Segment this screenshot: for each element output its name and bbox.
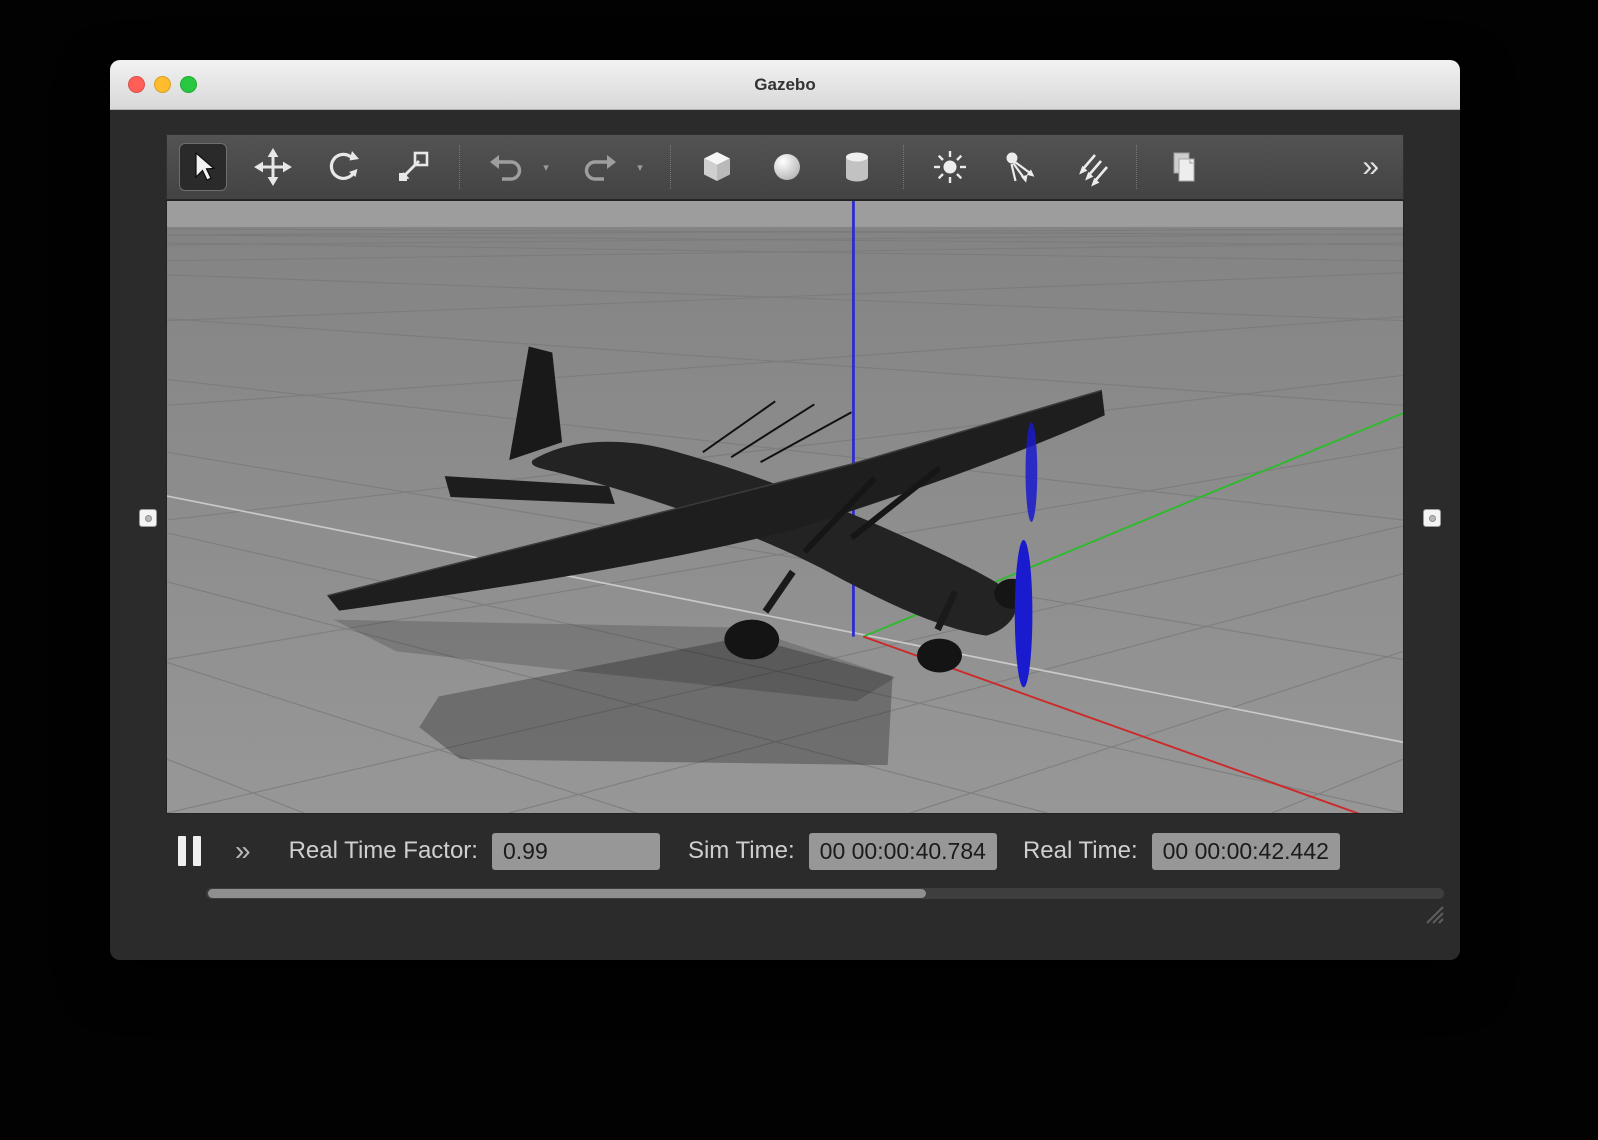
redo-button[interactable] bbox=[576, 143, 624, 191]
traffic-lights bbox=[128, 60, 197, 109]
toolbar-overflow-chevron[interactable]: » bbox=[1362, 152, 1377, 182]
statusbar: » Real Time Factor: 0.99 Sim Time: 00 00… bbox=[110, 814, 1460, 888]
insert-cylinder-button[interactable] bbox=[833, 143, 881, 191]
toolbar-separator bbox=[903, 145, 904, 189]
point-light-button[interactable] bbox=[926, 143, 974, 191]
left-panel-splitter-handle[interactable] bbox=[139, 509, 157, 527]
sim-time-field[interactable]: 00 00:00:40.784 bbox=[809, 833, 997, 870]
undo-button[interactable] bbox=[482, 143, 530, 191]
splitter-grip-icon bbox=[145, 515, 152, 522]
right-panel-splitter-handle[interactable] bbox=[1423, 509, 1441, 527]
sim-time-label: Sim Time: bbox=[688, 837, 795, 865]
translate-tool-button[interactable] bbox=[249, 143, 297, 191]
undo-dropdown-caret[interactable]: ▾ bbox=[538, 161, 554, 174]
scrollbar-row bbox=[110, 888, 1460, 899]
copy-button[interactable] bbox=[1159, 143, 1207, 191]
select-tool-button[interactable] bbox=[179, 143, 227, 191]
window-title: Gazebo bbox=[754, 75, 815, 95]
gazebo-window: Gazebo bbox=[110, 60, 1460, 960]
real-time-factor-label: Real Time Factor: bbox=[289, 837, 478, 865]
undo-icon bbox=[486, 147, 526, 187]
rotate-icon bbox=[323, 147, 363, 187]
translate-icon bbox=[253, 147, 293, 187]
copy-document-icon bbox=[1163, 147, 1203, 187]
pause-icon bbox=[178, 836, 186, 866]
arrow-cursor-icon bbox=[183, 147, 223, 187]
insert-sphere-button[interactable] bbox=[763, 143, 811, 191]
point-light-icon bbox=[930, 147, 970, 187]
directional-light-button[interactable] bbox=[1066, 143, 1114, 191]
real-time-factor-field[interactable]: 0.99 bbox=[492, 833, 660, 870]
resize-grip-icon[interactable] bbox=[1422, 902, 1446, 931]
splitter-grip-icon bbox=[1429, 515, 1436, 522]
main-area: ▾ ▾ bbox=[110, 110, 1460, 814]
redo-icon bbox=[580, 147, 620, 187]
scale-icon bbox=[393, 147, 433, 187]
toolbar-separator bbox=[459, 145, 460, 189]
redo-dropdown-caret[interactable]: ▾ bbox=[632, 161, 648, 174]
pause-button[interactable] bbox=[178, 836, 201, 866]
real-time-field[interactable]: 00 00:00:42.442 bbox=[1152, 833, 1340, 870]
window-footer bbox=[110, 899, 1460, 939]
desktop: Gazebo bbox=[0, 0, 1598, 1140]
cube-icon bbox=[697, 147, 737, 187]
titlebar[interactable]: Gazebo bbox=[110, 60, 1460, 110]
toolbar-separator bbox=[1136, 145, 1137, 189]
toolbar-separator bbox=[670, 145, 671, 189]
real-time-label: Real Time: bbox=[1023, 837, 1138, 865]
sphere-icon bbox=[767, 147, 807, 187]
zoom-button[interactable] bbox=[180, 76, 197, 93]
spot-light-button[interactable] bbox=[996, 143, 1044, 191]
scrollbar-thumb[interactable] bbox=[208, 889, 926, 898]
spot-light-icon bbox=[1000, 147, 1040, 187]
scene-canvas bbox=[167, 201, 1403, 813]
rotate-tool-button[interactable] bbox=[319, 143, 367, 191]
statusbar-expand-chevron[interactable]: » bbox=[235, 837, 249, 865]
cylinder-icon bbox=[837, 147, 877, 187]
sky-band bbox=[167, 201, 1403, 227]
directional-light-icon bbox=[1070, 147, 1110, 187]
close-button[interactable] bbox=[128, 76, 145, 93]
insert-box-button[interactable] bbox=[693, 143, 741, 191]
viewport-3d[interactable] bbox=[166, 200, 1404, 814]
toolbar: ▾ ▾ bbox=[166, 134, 1404, 200]
scale-tool-button[interactable] bbox=[389, 143, 437, 191]
horizontal-scrollbar[interactable] bbox=[206, 888, 1444, 899]
minimize-button[interactable] bbox=[154, 76, 171, 93]
